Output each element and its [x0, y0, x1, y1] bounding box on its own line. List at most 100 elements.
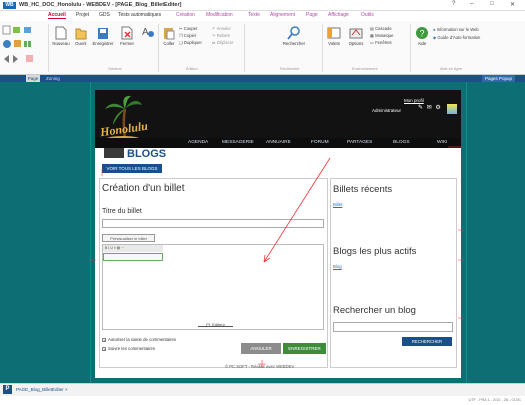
tab-projet[interactable]: Projet [76, 12, 89, 18]
tab-pages-popup[interactable]: Pages Popup [481, 75, 515, 82]
deplacer-label: Déplacer [216, 40, 234, 45]
group-general-label: Général [108, 67, 122, 71]
nav-wiki[interactable]: WIKI [437, 140, 447, 145]
save-icon [98, 28, 108, 39]
rechercher-button[interactable]: Rechercher [280, 26, 308, 46]
window-title: WB_HC_DOC_Honolulu - WEBDEV - [PAGE_Blog… [19, 2, 182, 8]
editor-toolbar[interactable]: B I U ≡ ▤ ⋯ [103, 245, 163, 252]
paste-icon [164, 28, 175, 40]
fermer-label: Fermer [120, 41, 134, 46]
aide-button[interactable]: ? Aide [414, 26, 430, 46]
blogs-section-icon [104, 148, 124, 158]
ribbon-separator [158, 24, 159, 72]
group-environnement-label: Environnement [352, 67, 378, 71]
cascade-label: Cascade [375, 26, 392, 31]
font-size-icon: A [142, 27, 154, 38]
fermer-button[interactable]: Fermer [118, 26, 136, 46]
tab-accueil[interactable]: Accueil [48, 12, 66, 19]
cancel-button[interactable]: ANNULER [241, 343, 281, 354]
editor-tab-bar [0, 75, 525, 82]
nav-agenda[interactable]: AGENDA [188, 140, 208, 145]
nav-annuaire[interactable]: ANNUAIRE [266, 140, 291, 145]
guide-label: Guide d'Auto-formation [437, 35, 481, 40]
tab-affichage[interactable]: Affichage [328, 12, 349, 18]
ouvrir-button[interactable]: Ouvrir [72, 26, 90, 46]
save-button[interactable]: ENREGISTRER [283, 343, 326, 354]
post-title-input[interactable] [102, 219, 324, 228]
group-rechercher-label: Rechercher [280, 67, 300, 71]
tab-outils[interactable]: Outils [361, 12, 374, 18]
refaire-label: Refaire [216, 33, 231, 38]
group-edition-label: Édition [186, 67, 198, 71]
editor-mini-control[interactable] [103, 253, 163, 261]
avatar[interactable] [447, 104, 457, 114]
site-footer: © PC SOFT - Réalisé avec WEBDEV [225, 364, 295, 369]
fenetres-label: Fenêtres [375, 40, 392, 45]
refaire-button[interactable]: ↷ Refaire [212, 33, 230, 38]
options-button[interactable]: Options [346, 26, 366, 46]
autoriser-commentaires-label: Autoriser la saisie de commentaires [108, 337, 177, 342]
guide-line [90, 82, 91, 383]
nav-forum[interactable]: FORUM [311, 140, 329, 145]
mosaique-button[interactable]: ▦ Mosaïque [370, 33, 394, 38]
info-web-button[interactable]: ● Information sur le Web [433, 27, 479, 32]
active-blog-link[interactable]: Blog [333, 264, 342, 269]
nouveau-button[interactable]: Nouveau [50, 26, 72, 46]
copier-button[interactable]: ❐ Copier [179, 33, 196, 38]
open-file-tab[interactable]: PAGE_Blog_BilletEditer × [16, 387, 68, 392]
folder-icon [75, 28, 87, 40]
preview-post-button[interactable]: Prévisualiser le billet [102, 234, 155, 242]
tab-page-view[interactable]: Page [26, 75, 40, 82]
bottom-strip [0, 396, 525, 405]
close-button[interactable]: ✕ [510, 1, 515, 8]
volets-button[interactable]: Volets [325, 26, 343, 46]
tab-creation[interactable]: Création [176, 12, 195, 18]
mon-profil-link[interactable]: Mon profil [404, 98, 424, 103]
ribbon-separator [410, 24, 411, 72]
suivre-commentaires-label: Suivre les commentaires [108, 346, 156, 351]
recent-posts-title: Billets récents [333, 184, 393, 195]
nav-partages[interactable]: PARTAGES [347, 140, 372, 145]
tab-alignement[interactable]: Alignement [270, 12, 295, 18]
group-aide-label: Aide en ligne [440, 67, 462, 71]
couper-button[interactable]: ✂ Couper [179, 26, 197, 31]
coller-button[interactable]: Coller [160, 26, 178, 46]
nav-blogs[interactable]: BLOGS [393, 140, 410, 145]
minimize-button[interactable]: – [470, 1, 473, 7]
ribbon-separator [322, 24, 323, 72]
annuler-button[interactable]: ↶ Annuler [212, 26, 231, 31]
fenetres-button[interactable]: ▭ Fenêtres [370, 40, 392, 45]
tab-tests-automatiques[interactable]: Tests automatiques [118, 12, 161, 18]
tab-zoning[interactable]: Zoning [46, 75, 60, 82]
help-circle-icon: ? [416, 27, 428, 39]
autoriser-commentaires-checkbox[interactable]: ✓ [102, 338, 106, 343]
suivre-commentaires-checkbox[interactable]: ✓ [102, 347, 106, 352]
maximize-button[interactable]: □ [490, 1, 494, 7]
enregistrer-button[interactable]: Enregistrer [89, 26, 117, 46]
cascade-button[interactable]: ▤ Cascade [370, 26, 392, 31]
dupliquer-button[interactable]: ❏ Dupliquer [179, 40, 202, 45]
svg-text:A: A [142, 27, 149, 38]
guide-button[interactable]: ◆ Guide d'Auto-formation [433, 35, 480, 40]
ouvrir-label: Ouvrir [75, 41, 87, 46]
active-blogs-title: Blogs les plus actifs [333, 246, 417, 257]
tab-texte[interactable]: Texte [248, 12, 260, 18]
deplacer-button[interactable]: ⇄ Déplacer [212, 40, 233, 45]
header-action-icons[interactable]: ✎ ✉ ⚙ [418, 104, 444, 111]
section-title: BLOGS [127, 148, 167, 160]
new-document-icon [55, 26, 67, 40]
search-blog-input[interactable] [333, 322, 453, 332]
voir-tous-blogs-button[interactable]: VOIR TOUS LES BLOGS [102, 164, 162, 173]
options-label: Options [348, 41, 364, 46]
tab-gds[interactable]: GDS [99, 12, 110, 18]
help-icon[interactable]: ? [452, 1, 455, 7]
svg-text:?: ? [420, 29, 425, 39]
tab-modification[interactable]: Modification [206, 12, 233, 18]
font-size-buttons[interactable]: A [140, 24, 156, 39]
options-icon [349, 28, 363, 39]
recent-post-link[interactable]: Billet [333, 202, 342, 207]
nav-messagerie[interactable]: MESSAGERIE [222, 140, 254, 145]
tab-page[interactable]: Page [306, 12, 318, 18]
quick-access-icons[interactable] [2, 24, 46, 68]
search-blog-button[interactable]: RECHERCHER [402, 337, 452, 346]
